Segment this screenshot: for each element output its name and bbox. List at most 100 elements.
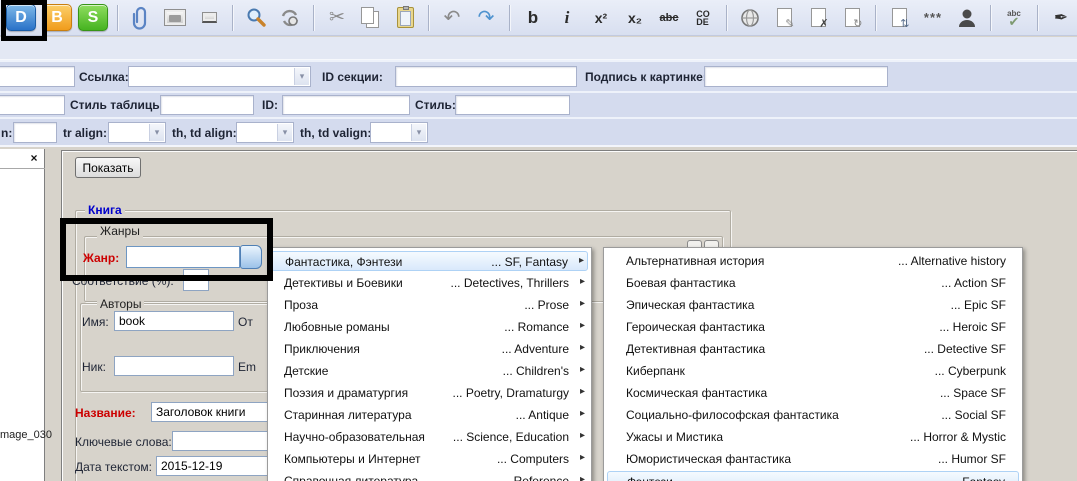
show-button[interactable]: Показать (75, 157, 141, 178)
n-label: n: (1, 126, 12, 140)
italic-icon[interactable]: i (553, 5, 581, 31)
menu-item[interactable]: Альтернативная история... Alternative hi… (607, 251, 1019, 272)
genre-dropdown-button[interactable] (240, 245, 262, 269)
find-replace-icon[interactable] (276, 5, 304, 31)
redo-icon[interactable]: ↷ (472, 5, 500, 31)
menu-item[interactable]: Эпическая фантастика... Epic SF (607, 295, 1019, 316)
keywords-label: Ключевые слова: (75, 435, 172, 449)
toolbar-separator (509, 5, 510, 31)
chevron-down-icon[interactable]: ▾ (411, 124, 426, 141)
submenu-arrow-icon: ▸ (580, 452, 585, 463)
document-refresh-icon[interactable]: ↻ (838, 5, 866, 31)
cut-icon[interactable]: ✂ (323, 5, 351, 31)
menu-item[interactable]: Любовные романы... Romance▸ (271, 317, 588, 338)
chevron-down-icon[interactable]: ▾ (294, 68, 309, 85)
author-nick-input[interactable] (114, 356, 234, 376)
superscript-icon[interactable]: x² (587, 5, 615, 31)
code-icon[interactable]: CODE (689, 5, 717, 31)
subscript-icon[interactable]: x₂ (621, 5, 649, 31)
menu-item[interactable]: Справочная литература... Reference▸ (271, 471, 588, 481)
bold-icon[interactable]: b (519, 5, 547, 31)
menu-item[interactable]: Поэзия и драматургия... Poetry, Dramatur… (271, 383, 588, 404)
menu-item[interactable]: Детективы и Боевики... Detectives, Thril… (271, 273, 588, 294)
submenu-arrow-icon: ▸ (580, 342, 585, 353)
panel-divider (0, 168, 45, 169)
table-style-input[interactable] (160, 95, 254, 115)
genre-input[interactable] (126, 246, 240, 268)
menu-item[interactable]: Детективная фантастика... Detective SF (607, 339, 1019, 360)
id-label: ID: (262, 98, 278, 112)
menu-item[interactable]: Социально-философская фантастика... Soci… (607, 405, 1019, 426)
genre-submenu: Альтернативная история... Alternative hi… (603, 247, 1023, 481)
style-input[interactable] (455, 95, 570, 115)
menu-item[interactable]: Ужасы и Мистика... Horror & Mystic (607, 427, 1019, 448)
attachment-icon[interactable] (127, 5, 155, 31)
section-s-button[interactable]: S (78, 4, 108, 31)
menu-item-highlighted[interactable]: Фэнтези... Fantasy (607, 471, 1019, 481)
undo-icon[interactable]: ↶ (438, 5, 466, 31)
menu-item[interactable]: Киберпанк... Cyberpunk (607, 361, 1019, 382)
table-style-label: Стиль таблицы: (70, 98, 167, 112)
menu-item[interactable]: Старинная литература... Antique▸ (271, 405, 588, 426)
inline-image-icon[interactable] (195, 5, 223, 31)
author-email-label-fragment: Em (238, 360, 256, 374)
menu-item[interactable]: Компьютеры и Интернет... Computers▸ (271, 449, 588, 470)
menu-item[interactable]: Проза... Prose▸ (271, 295, 588, 316)
cut-left-input[interactable] (0, 66, 75, 87)
link-combo[interactable]: ▾ (128, 66, 311, 87)
th-td-valign-label: th, td valign: (300, 126, 371, 140)
menu-item[interactable]: Боевая фантастика... Action SF (607, 273, 1019, 294)
menu-item[interactable]: Космическая фантастика... Space SF (607, 383, 1019, 404)
menu-item[interactable]: Героическая фантастика... Heroic SF (607, 317, 1019, 338)
menu-item[interactable]: Детские... Children's▸ (271, 361, 588, 382)
toolbar-separator (990, 5, 991, 31)
menu-item[interactable]: Приключения... Adventure▸ (271, 339, 588, 360)
cut-left-input[interactable] (0, 95, 65, 115)
document-d-button[interactable]: D (6, 4, 36, 31)
body-b-button[interactable]: B (42, 4, 72, 31)
toolbar-separator (875, 5, 876, 31)
find-icon[interactable] (242, 5, 270, 31)
tree-item[interactable]: mage_030 (0, 429, 52, 441)
authors-group-title: Авторы (97, 297, 144, 311)
contact-icon[interactable] (953, 5, 981, 31)
password-icon[interactable]: *** (919, 5, 947, 31)
th-td-valign-combo[interactable]: ▾ (370, 122, 428, 143)
image-caption-input[interactable] (704, 66, 888, 87)
submenu-arrow-icon: ▸ (580, 430, 585, 441)
menu-item[interactable]: Научно-образовательная... Science, Educa… (271, 427, 588, 448)
main-toolbar: D B S ✂ ↶ ↷ b i x² x₂ abc CODE (0, 0, 1077, 36)
paste-icon[interactable] (391, 5, 419, 31)
menu-item[interactable]: Фантастика, Фэнтези... SF, Fantasy▸ (271, 251, 588, 271)
signature-icon[interactable]: ✒ (1047, 5, 1075, 31)
chevron-down-icon[interactable]: ▾ (149, 124, 164, 141)
table-style-row: Стиль таблицы: ID: Стиль: (0, 91, 1077, 117)
copy-icon[interactable] (357, 5, 385, 31)
chevron-down-icon[interactable]: ▾ (277, 124, 292, 141)
n-input[interactable] (13, 122, 57, 143)
document-delete-icon[interactable]: ✗ (804, 5, 832, 31)
toolbar-separator (232, 5, 233, 31)
document-swap-icon[interactable]: ⇅ (885, 5, 913, 31)
table-align-row: n: tr align: ▾ th, td align: ▾ th, td va… (0, 117, 1077, 147)
author-name-label: Имя: (82, 315, 109, 329)
author-nick-label: Ник: (82, 360, 106, 374)
genres-group-title: Жанры (97, 224, 143, 238)
menu-item[interactable]: Юмористическая фантастика... Humor SF (607, 449, 1019, 470)
strikethrough-icon[interactable]: abc (655, 5, 683, 31)
genre-menu: Фантастика, Фэнтези... SF, Fantasy▸ Дете… (267, 247, 592, 481)
match-input[interactable] (183, 269, 209, 291)
th-td-align-combo[interactable]: ▾ (236, 122, 294, 143)
title-label: Название: (75, 406, 136, 420)
toolbar-separator (428, 5, 429, 31)
author-name-input[interactable] (114, 311, 234, 331)
image-caption-label: Подпись к картинке: (585, 70, 707, 84)
image-icon[interactable] (161, 5, 189, 31)
id-input[interactable] (282, 95, 410, 115)
document-edit-icon[interactable]: ✎ (770, 5, 798, 31)
tr-align-combo[interactable]: ▾ (108, 122, 166, 143)
section-id-input[interactable] (395, 66, 577, 87)
spellcheck-icon[interactable]: abc ✔ (1000, 5, 1028, 31)
close-icon[interactable]: × (26, 151, 42, 166)
link-globe-icon[interactable] (736, 5, 764, 31)
